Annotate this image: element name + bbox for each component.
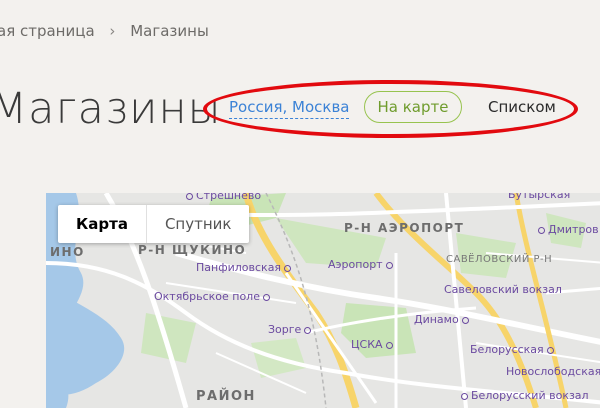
view-controls: Россия, Москва На карте Списком — [0, 0, 600, 180]
station-novoslobodskaya[interactable]: Новослободская — [506, 365, 600, 378]
map-type-switcher: Карта Спутник — [58, 205, 250, 243]
station-oktyabrskoe-pole[interactable]: Октябрьское поле — [154, 290, 270, 303]
store-map[interactable]: Карта Спутник Стрешнево Бутырская Р-Н АЭ… — [46, 193, 600, 408]
station-dinamo[interactable]: Динамо — [414, 313, 469, 326]
metro-station-icon — [538, 226, 545, 234]
map-type-satellite-button[interactable]: Спутник — [147, 205, 250, 243]
station-panfilovskaya[interactable]: Панфиловская — [196, 261, 292, 274]
metro-station-icon — [546, 346, 554, 354]
district-rayon: РАЙОН — [196, 389, 256, 404]
station-dmitrovskaya[interactable]: Дмитров — [538, 223, 599, 236]
metro-station-icon — [284, 264, 292, 272]
metro-station-icon — [385, 341, 393, 349]
district-shchukino: Р-Н ЩУКИНО — [138, 243, 247, 257]
station-savelovsky-vokzal[interactable]: Савеловский вокзал — [444, 283, 562, 296]
metro-station-icon — [385, 261, 393, 269]
station-belorussky-vokzal[interactable]: Белорусский вокзал — [461, 389, 589, 402]
station-streshnevo[interactable]: Стрешнево — [186, 193, 261, 202]
station-butyrskaya[interactable]: Бутырская — [508, 193, 570, 201]
district-aeroport: Р-Н АЭРОПОРТ — [344, 221, 465, 235]
station-belorusskaya[interactable]: Белорусская — [470, 343, 554, 356]
red-highlight-ellipse — [203, 80, 578, 138]
metro-station-icon — [461, 316, 469, 324]
metro-station-icon — [304, 326, 312, 334]
station-cska[interactable]: ЦСКА — [351, 338, 393, 351]
district-ino: ИНО — [50, 245, 85, 259]
metro-station-icon — [461, 392, 468, 400]
station-aeroport[interactable]: Аэропорт — [328, 258, 393, 271]
map-type-map-button[interactable]: Карта — [58, 205, 147, 243]
metro-station-icon — [262, 293, 270, 301]
metro-station-icon — [186, 193, 193, 200]
station-zorge[interactable]: Зорге — [268, 323, 312, 336]
district-savelovsky: САВЁЛОВСКИЙ Р-Н — [446, 254, 553, 265]
